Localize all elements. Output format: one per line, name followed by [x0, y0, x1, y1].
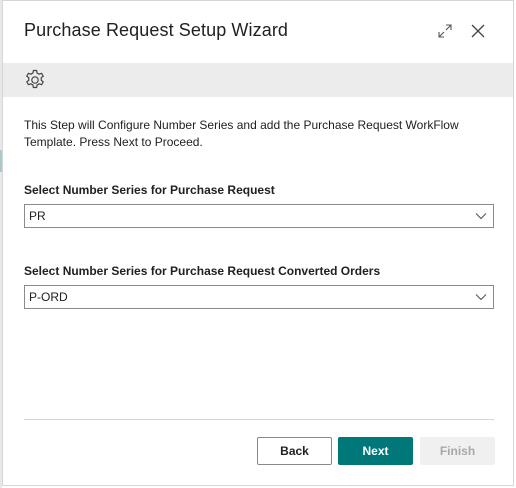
back-button[interactable]: Back — [257, 437, 332, 465]
dialog-title: Purchase Request Setup Wizard — [24, 20, 289, 40]
finish-button[interactable]: Finish — [420, 437, 495, 465]
setup-wizard-dialog: Purchase Request Setup Wizard This Step … — [2, 0, 514, 486]
chevron-down-icon — [475, 213, 487, 220]
expand-icon[interactable] — [435, 21, 455, 41]
pr-number-series-label: Select Number Series for Purchase Reques… — [24, 183, 275, 197]
gear-icon[interactable] — [23, 68, 47, 92]
converted-orders-number-series-select[interactable]: P-ORD — [24, 285, 494, 309]
next-button[interactable]: Next — [338, 437, 413, 465]
pr-number-series-value: PR — [29, 209, 46, 223]
converted-orders-number-series-label: Select Number Series for Purchase Reques… — [24, 264, 381, 278]
converted-orders-number-series-value: P-ORD — [29, 290, 68, 304]
close-icon[interactable] — [468, 21, 488, 41]
action-bar — [3, 63, 513, 97]
chevron-down-icon — [475, 294, 487, 301]
footer-divider — [24, 419, 494, 420]
pr-number-series-select[interactable]: PR — [24, 204, 494, 228]
intro-text: This Step will Configure Number Series a… — [24, 118, 459, 149]
